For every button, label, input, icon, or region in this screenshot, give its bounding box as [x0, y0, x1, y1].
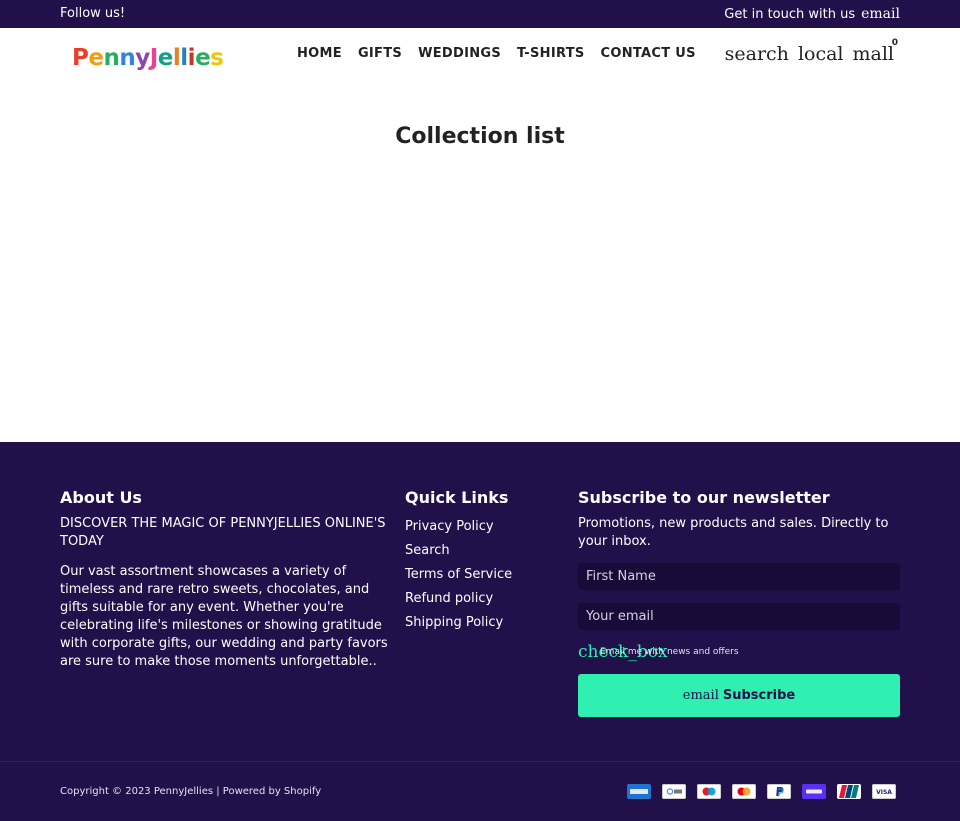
- page-title: Collection list: [395, 124, 565, 149]
- nav-contact-us[interactable]: CONTACT US: [601, 46, 696, 61]
- quick-links-heading: Quick Links: [405, 488, 509, 507]
- account-icon[interactable]: local: [798, 43, 844, 65]
- logo-text: PennyJellies: [72, 45, 224, 71]
- first-name-field[interactable]: First Name: [578, 563, 900, 590]
- link-refund-policy[interactable]: Refund policy: [405, 587, 565, 611]
- amex-icon: [627, 784, 651, 799]
- cart-count-badge: 0: [891, 38, 898, 48]
- about-body: Our vast assortment showcases a variety …: [60, 564, 388, 669]
- link-terms-of-service[interactable]: Terms of Service: [405, 563, 565, 587]
- email-field[interactable]: Your email: [578, 603, 900, 630]
- nav-home[interactable]: HOME: [297, 46, 342, 61]
- footer-divider: [0, 761, 960, 762]
- copyright-text: Copyright © 2023 PennyJellies | Powered …: [60, 786, 322, 797]
- contact-link[interactable]: Get in touch with us email: [724, 6, 900, 22]
- contact-text: Get in touch with us: [724, 7, 856, 22]
- link-search[interactable]: Search: [405, 539, 565, 563]
- newsletter-heading: Subscribe to our newsletter: [578, 488, 830, 507]
- link-privacy-policy[interactable]: Privacy Policy: [405, 515, 565, 539]
- maestro-icon: [697, 784, 721, 799]
- header-icons: search local mall: [725, 43, 894, 65]
- footer-quick-links: Quick Links Privacy Policy Search Terms …: [405, 488, 565, 635]
- paypal-icon: [767, 784, 791, 799]
- footer-about: About Us DISCOVER THE MAGIC OF PENNYJELL…: [60, 488, 388, 671]
- union-pay-icon: [837, 784, 861, 799]
- subscribe-label: Subscribe: [722, 688, 796, 703]
- nav-weddings[interactable]: WEDDINGS: [418, 46, 501, 61]
- search-icon[interactable]: search: [725, 43, 789, 65]
- site-logo[interactable]: PennyJellies: [72, 36, 224, 80]
- footer-newsletter: Subscribe to our newsletter Promotions, …: [578, 488, 900, 717]
- mastercard-icon: [732, 784, 756, 799]
- about-intro: DISCOVER THE MAGIC OF PENNYJELLIES ONLIN…: [60, 516, 386, 549]
- site-header: PennyJellies HOME GIFTS WEDDINGS T-SHIRT…: [0, 28, 960, 88]
- consent-label: Email me with news and offers: [600, 647, 739, 657]
- newsletter-text: Promotions, new products and sales. Dire…: [578, 516, 889, 549]
- main-nav: HOME GIFTS WEDDINGS T-SHIRTS CONTACT US: [297, 46, 696, 61]
- announcement-bar: Follow us! Get in touch with us email: [0, 0, 960, 28]
- email-icon: email: [682, 688, 719, 703]
- about-heading: About Us: [60, 488, 142, 507]
- payment-icons: VISA: [627, 784, 896, 799]
- follow-us-text[interactable]: Follow us!: [60, 6, 125, 21]
- site-footer: About Us DISCOVER THE MAGIC OF PENNYJELL…: [0, 442, 960, 821]
- svg-text:VISA: VISA: [876, 789, 892, 796]
- nav-gifts[interactable]: GIFTS: [358, 46, 402, 61]
- newsletter-consent[interactable]: check_box Email me with news and offers: [578, 642, 900, 664]
- nav-t-shirts[interactable]: T-SHIRTS: [517, 46, 585, 61]
- visa-icon: VISA: [872, 784, 896, 799]
- email-icon: email: [861, 6, 900, 22]
- google-pay-icon: [662, 784, 686, 799]
- shop-pay-icon: [802, 784, 826, 799]
- subscribe-button[interactable]: email Subscribe: [578, 674, 900, 717]
- cart-icon[interactable]: mall: [853, 43, 895, 65]
- link-shipping-policy[interactable]: Shipping Policy: [405, 611, 565, 635]
